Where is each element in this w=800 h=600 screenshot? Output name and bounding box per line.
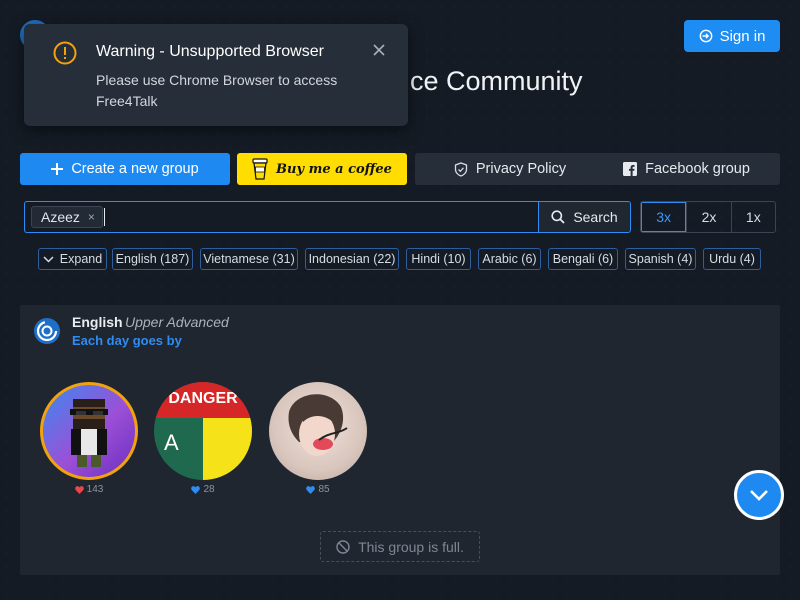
filter-arabic[interactable]: Arabic (6) bbox=[478, 248, 541, 270]
heart-icon bbox=[306, 485, 316, 494]
search-input[interactable]: Azeez × bbox=[24, 201, 538, 233]
coffee-label: Buy me a coffee bbox=[276, 161, 392, 177]
member-likes: 143 bbox=[40, 484, 138, 495]
sign-in-button[interactable]: Sign in bbox=[684, 20, 780, 52]
expand-button[interactable]: Expand bbox=[38, 248, 107, 270]
member-1[interactable]: 143 bbox=[40, 382, 138, 495]
ban-icon bbox=[336, 539, 350, 554]
app-logo-icon bbox=[34, 318, 60, 344]
filter-vietnamese[interactable]: Vietnamese (31) bbox=[200, 248, 298, 270]
filter-indonesian[interactable]: Indonesian (22) bbox=[305, 248, 399, 270]
page-title: ce Community bbox=[410, 66, 583, 96]
warning-toast: Warning - Unsupported Browser Please use… bbox=[24, 24, 408, 126]
filter-bengali[interactable]: Bengali (6) bbox=[548, 248, 618, 270]
member-avatar[interactable]: DANGER A bbox=[154, 382, 252, 480]
warning-icon bbox=[53, 41, 77, 65]
search-tag-label: Azeez bbox=[41, 209, 80, 225]
member-likes: 85 bbox=[269, 484, 367, 495]
scroll-down-button[interactable] bbox=[734, 470, 784, 520]
avatar-art bbox=[203, 418, 252, 480]
remove-tag-icon[interactable]: × bbox=[88, 210, 95, 224]
filter-hindi[interactable]: Hindi (10) bbox=[406, 248, 471, 270]
privacy-label: Privacy Policy bbox=[475, 161, 567, 177]
buy-me-coffee-button[interactable]: Buy me a coffee bbox=[237, 153, 407, 185]
likes-count: 28 bbox=[203, 484, 215, 495]
search-icon bbox=[551, 210, 565, 224]
chevron-down-icon bbox=[750, 490, 768, 501]
filter-urdu[interactable]: Urdu (4) bbox=[703, 248, 761, 270]
text-caret bbox=[104, 208, 105, 226]
facebook-icon bbox=[623, 162, 638, 176]
group-topic: Each day goes by bbox=[72, 333, 182, 348]
facebook-label: Facebook group bbox=[645, 161, 750, 177]
privacy-policy-button[interactable]: Privacy Policy bbox=[415, 153, 605, 185]
group-level: Upper Advanced bbox=[125, 314, 229, 330]
group-full-status: This group is full. bbox=[320, 531, 480, 562]
zoom-1x-button[interactable]: 1x bbox=[730, 202, 775, 232]
likes-count: 143 bbox=[86, 484, 104, 495]
likes-count: 85 bbox=[318, 484, 330, 495]
zoom-3x-button[interactable]: 3x bbox=[641, 202, 687, 232]
member-likes: 28 bbox=[154, 484, 252, 495]
zoom-toggle: 3x 2x 1x bbox=[640, 201, 776, 233]
facebook-group-button[interactable]: Facebook group bbox=[593, 153, 780, 185]
avatar-initial: A bbox=[164, 430, 179, 455]
filter-spanish[interactable]: Spanish (4) bbox=[625, 248, 696, 270]
expand-label: Expand bbox=[59, 252, 103, 266]
heart-icon bbox=[74, 485, 84, 494]
coffee-cup-icon bbox=[252, 158, 268, 180]
sign-in-icon bbox=[699, 29, 712, 43]
toast-title: Warning - Unsupported Browser bbox=[96, 43, 324, 60]
search-button-label: Search bbox=[573, 209, 618, 225]
search-button[interactable]: Search bbox=[538, 201, 631, 233]
chevron-down-icon bbox=[43, 255, 54, 263]
group-language: English bbox=[72, 314, 123, 330]
create-group-label: Create a new group bbox=[71, 161, 199, 177]
member-3[interactable]: 85 bbox=[269, 382, 367, 495]
toast-message: Please use Chrome Browser to access Free… bbox=[96, 72, 338, 109]
sign-in-label: Sign in bbox=[719, 27, 766, 45]
group-full-label: This group is full. bbox=[358, 538, 464, 555]
search-tag: Azeez × bbox=[31, 206, 103, 228]
filter-english[interactable]: English (187) bbox=[112, 248, 193, 270]
heart-icon bbox=[191, 485, 201, 494]
portrait-image bbox=[288, 394, 348, 456]
group-card[interactable]: English Upper Advanced Each day goes by … bbox=[20, 305, 780, 575]
member-2[interactable]: DANGER A 28 bbox=[154, 382, 252, 495]
pixel-character-image bbox=[70, 399, 108, 467]
member-avatar[interactable] bbox=[269, 382, 367, 480]
close-icon[interactable] bbox=[371, 42, 387, 58]
plus-icon bbox=[51, 163, 64, 175]
action-bar: Create a new group Buy me a coffee Priva… bbox=[20, 153, 780, 185]
zoom-2x-button[interactable]: 2x bbox=[686, 202, 730, 232]
create-group-button[interactable]: Create a new group bbox=[20, 153, 230, 185]
danger-label: DANGER bbox=[168, 390, 238, 407]
member-avatar[interactable] bbox=[40, 382, 138, 480]
shield-icon bbox=[454, 161, 468, 177]
